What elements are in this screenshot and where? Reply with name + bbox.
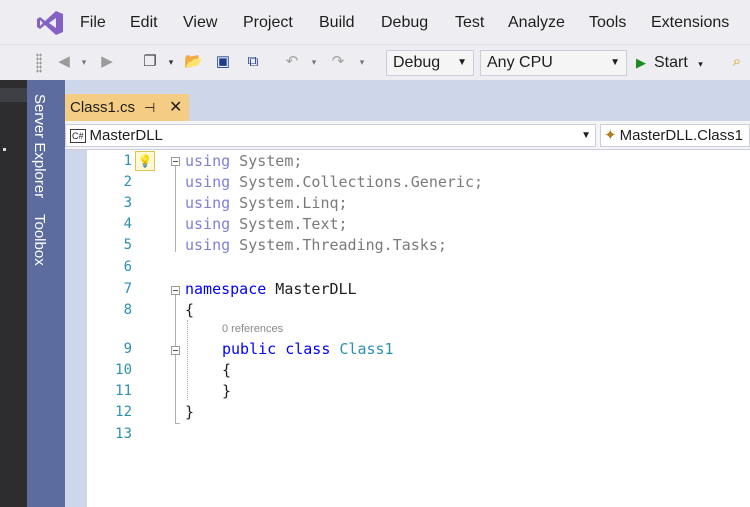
solution-configuration-dropdown[interactable]: Debug ▼ <box>386 50 474 76</box>
toolbox-tab[interactable]: Toolbox <box>31 214 48 266</box>
close-icon[interactable]: ✕ <box>169 94 182 121</box>
collapse-class-icon[interactable] <box>171 346 180 355</box>
lightbulb-icon[interactable]: 💡 <box>135 151 155 171</box>
line-number: 4 <box>123 216 132 232</box>
menu-edit[interactable]: Edit <box>130 13 158 33</box>
outline-end <box>175 423 180 424</box>
line-number: 2 <box>123 174 132 190</box>
open-folder-icon[interactable]: 📂 <box>184 53 203 71</box>
start-label: Start <box>654 54 688 71</box>
project-dropdown[interactable]: C# MasterDLL ▼ <box>65 124 596 147</box>
start-dropdown-icon[interactable]: ▾ <box>698 59 703 69</box>
line-number: 12 <box>115 404 132 420</box>
side-tool-tabs: Server Explorer Toolbox <box>27 80 65 507</box>
strip-marker <box>3 148 6 151</box>
code-line: using System.Threading.Tasks; <box>185 236 447 254</box>
project-dropdown-value: MasterDLL <box>89 127 163 144</box>
new-project-icon[interactable]: ❐ <box>141 53 159 71</box>
toolbar-grip[interactable] <box>36 53 42 73</box>
menu-build[interactable]: Build <box>319 13 355 33</box>
navigation-bar: C# MasterDLL ▼ ✦ MasterDLL.Class1 <box>65 121 750 150</box>
menu-project[interactable]: Project <box>243 13 293 33</box>
menu-extensions[interactable]: Extensions <box>651 13 729 33</box>
strip-shade <box>0 88 27 102</box>
solution-platform-dropdown[interactable]: Any CPU ▼ <box>480 50 627 76</box>
redo-icon[interactable]: ↷ <box>329 53 347 71</box>
save-icon[interactable]: ▣ <box>214 53 232 71</box>
code-line: } <box>222 382 232 400</box>
menu-debug[interactable]: Debug <box>381 13 428 33</box>
menu-view[interactable]: View <box>183 13 217 33</box>
outline-line <box>175 295 176 423</box>
menu-file[interactable]: File <box>80 13 106 33</box>
indent-guide <box>187 320 188 400</box>
new-project-dropdown-icon[interactable]: ▾ <box>162 53 180 71</box>
code-line: using System.Linq; <box>185 194 348 212</box>
menu-bar: File Edit View Project Build Debug Test … <box>0 0 750 44</box>
solution-configuration-value: Debug <box>393 54 441 71</box>
redo-dropdown-icon[interactable]: ▾ <box>353 53 371 71</box>
back-icon[interactable]: ◀ <box>55 53 73 71</box>
visual-studio-logo-icon[interactable] <box>36 10 64 36</box>
server-explorer-tab[interactable]: Server Explorer <box>31 94 48 198</box>
code-line: { <box>185 301 195 319</box>
codelens-references[interactable]: 0 references <box>222 323 283 335</box>
code-line: namespace MasterDLL <box>185 280 357 298</box>
line-number: 8 <box>123 302 132 318</box>
solution-platform-value: Any CPU <box>487 54 553 71</box>
collapse-usings-icon[interactable] <box>171 157 180 166</box>
forward-icon[interactable]: ▶ <box>98 53 116 71</box>
line-number: 11 <box>115 383 132 399</box>
undo-icon[interactable]: ↶ <box>283 53 301 71</box>
start-button[interactable]: ▶ Start ▾ <box>636 50 703 76</box>
left-window-strip <box>0 80 27 507</box>
chevron-down-icon: ▼ <box>610 57 620 68</box>
tab-class1-cs[interactable]: Class1.cs ⊣ ✕ <box>65 94 189 121</box>
chevron-down-icon: ▼ <box>581 130 591 141</box>
back-dropdown-icon[interactable]: ▾ <box>75 53 93 71</box>
collapse-namespace-icon[interactable] <box>171 286 180 295</box>
play-icon: ▶ <box>636 55 646 70</box>
menu-test[interactable]: Test <box>455 13 484 33</box>
save-all-icon[interactable]: ⧉ <box>244 53 262 71</box>
standard-toolbar: ◀ ▾ ▶ ❐ ▾ 📂 ▣ ⧉ ↶ ▾ ↷ ▾ Debug ▼ Any CPU … <box>0 44 750 81</box>
find-icon[interactable]: ⌕ <box>728 53 746 71</box>
tab-title: Class1.cs <box>70 99 136 116</box>
menu-analyze[interactable]: Analyze <box>508 13 565 33</box>
type-dropdown[interactable]: ✦ MasterDLL.Class1 <box>600 124 750 147</box>
class-icon: ✦ <box>604 127 617 144</box>
code-line: } <box>185 403 195 421</box>
type-dropdown-value: MasterDLL.Class1 <box>619 127 743 144</box>
line-number: 7 <box>123 281 132 297</box>
chevron-down-icon: ▼ <box>457 57 467 68</box>
code-line: { <box>222 361 232 379</box>
pin-icon[interactable]: ⊣ <box>144 94 155 121</box>
undo-dropdown-icon[interactable]: ▾ <box>305 53 323 71</box>
outline-line <box>175 166 176 252</box>
line-number: 6 <box>123 259 132 275</box>
code-line: using System; <box>185 152 303 170</box>
csharp-project-icon: C# <box>70 129 86 144</box>
menu-tools[interactable]: Tools <box>589 13 626 33</box>
line-number: 10 <box>115 362 132 378</box>
line-number: 1 <box>123 153 132 169</box>
code-line: public class Class1 <box>222 340 394 358</box>
line-number: 3 <box>123 195 132 211</box>
editor-indicator-margin <box>65 150 87 507</box>
line-number: 9 <box>123 341 132 357</box>
code-line: using System.Collections.Generic; <box>185 173 484 191</box>
line-number: 13 <box>115 426 132 442</box>
line-number: 5 <box>123 237 132 253</box>
code-line: using System.Text; <box>185 215 348 233</box>
